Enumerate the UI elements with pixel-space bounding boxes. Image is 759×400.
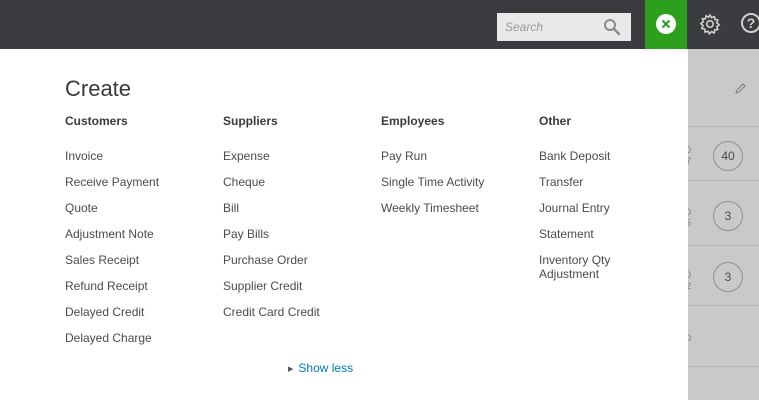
menu-item-supplier-credit[interactable]: Supplier Credit [223, 279, 373, 305]
menu-item-transfer[interactable]: Transfer [539, 175, 649, 201]
menu-item-invoice[interactable]: Invoice [65, 149, 215, 175]
column-header: Other [539, 114, 572, 128]
menu-item-receive-payment[interactable]: Receive Payment [65, 175, 215, 201]
divider [688, 245, 759, 246]
divider [688, 126, 759, 127]
menu-item-delayed-credit[interactable]: Delayed Credit [65, 305, 215, 331]
menu-item-pay-bills[interactable]: Pay Bills [223, 227, 373, 253]
column-header: Customers [65, 114, 128, 128]
menu-item-cheque[interactable]: Cheque [223, 175, 373, 201]
menu-item-quote[interactable]: Quote [65, 201, 215, 227]
count-badge: 40 [713, 141, 743, 171]
column-other: Other Bank Deposit Transfer Journal Entr… [539, 115, 649, 281]
menu-item-refund-receipt[interactable]: Refund Receipt [65, 279, 215, 305]
menu-item-statement[interactable]: Statement [539, 227, 649, 253]
menu-item-expense[interactable]: Expense [223, 149, 373, 175]
menu-item-bill[interactable]: Bill [223, 201, 373, 227]
menu-item-single-time-activity[interactable]: Single Time Activity [381, 175, 531, 201]
column-suppliers: Suppliers Expense Cheque Bill Pay Bills … [223, 115, 373, 331]
create-tab[interactable] [645, 0, 687, 61]
menu-item-pay-run[interactable]: Pay Run [381, 149, 531, 175]
close-icon[interactable] [656, 14, 676, 34]
menu-item-bank-deposit[interactable]: Bank Deposit [539, 149, 649, 175]
help-icon[interactable]: ? [741, 13, 759, 33]
pencil-icon [735, 83, 746, 94]
gear-icon[interactable] [699, 13, 721, 35]
column-header: Employees [381, 114, 445, 128]
divider [688, 180, 759, 181]
top-bar: ? [0, 0, 759, 61]
create-menu-panel: Create Customers Invoice Receive Payment… [0, 49, 688, 400]
page-title: Create [65, 76, 132, 101]
menu-item-adjustment-note[interactable]: Adjustment Note [65, 227, 215, 253]
show-less-link[interactable]: ▶ Show less [288, 361, 353, 375]
count-badge: 3 [713, 201, 743, 231]
search-icon[interactable] [603, 18, 621, 36]
column-header: Suppliers [223, 114, 278, 128]
menu-item-journal-entry[interactable]: Journal Entry [539, 201, 649, 227]
divider [688, 366, 759, 367]
menu-item-purchase-order[interactable]: Purchase Order [223, 253, 373, 279]
column-employees: Employees Pay Run Single Time Activity W… [381, 115, 531, 227]
menu-item-inventory-qty-adjustment[interactable]: Inventory Qty Adjustment [539, 253, 649, 281]
search-input[interactable] [497, 13, 597, 41]
menu-item-credit-card-credit[interactable]: Credit Card Credit [223, 305, 373, 331]
menu-item-delayed-charge[interactable]: Delayed Charge [65, 331, 215, 357]
menu-item-sales-receipt[interactable]: Sales Receipt [65, 253, 215, 279]
show-less-label: Show less [298, 361, 354, 375]
triangle-right-icon: ▶ [288, 366, 294, 373]
count-badge: 3 [713, 262, 743, 292]
menu-item-weekly-timesheet[interactable]: Weekly Timesheet [381, 201, 531, 227]
column-customers: Customers Invoice Receive Payment Quote … [65, 115, 215, 357]
divider [688, 305, 759, 306]
search-box[interactable] [497, 13, 631, 41]
